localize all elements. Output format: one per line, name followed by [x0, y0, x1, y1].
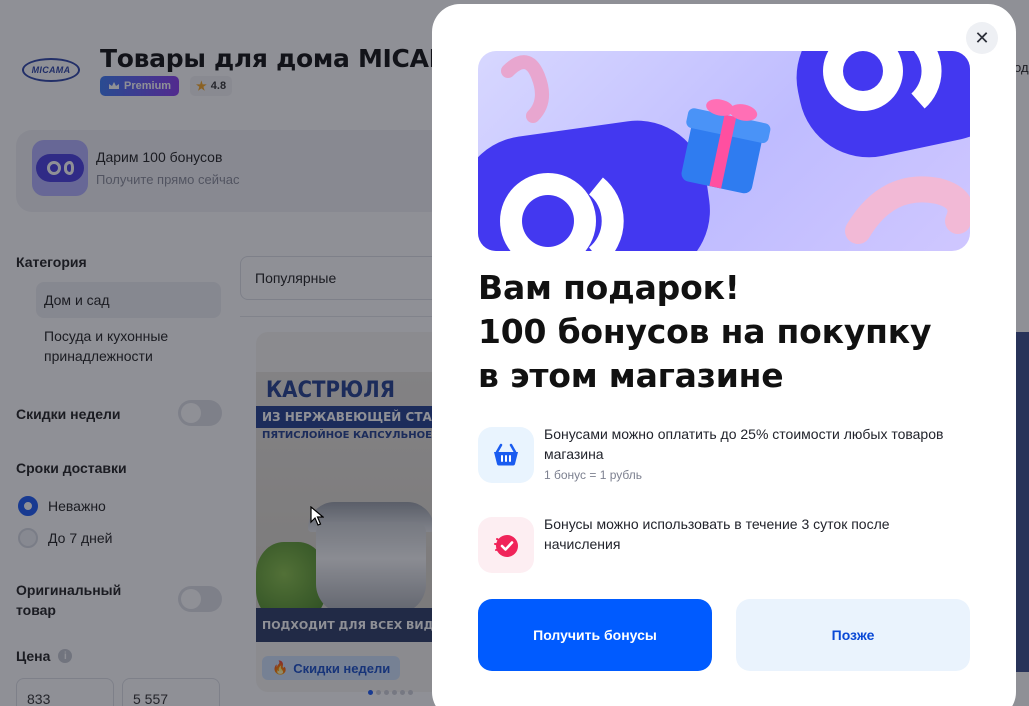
basket-icon — [478, 427, 534, 483]
bonus-modal: ✕ Вам подарок! 100 бонусов на покупку в … — [432, 4, 1016, 706]
timer-check-icon — [478, 517, 534, 573]
info-expiry-text: Бонусы можно использовать в течение 3 су… — [544, 516, 890, 552]
later-button[interactable]: Позже — [736, 599, 970, 671]
modal-title: Вам подарок! 100 бонусов на покупку в эт… — [478, 268, 932, 395]
mouse-cursor-icon — [310, 506, 324, 526]
get-bonuses-button[interactable]: Получить бонусы — [478, 599, 712, 671]
close-button[interactable]: ✕ — [966, 22, 998, 54]
gift-hero-image — [478, 51, 970, 251]
info-payment-rate: 1 бонус = 1 рубль — [544, 468, 642, 482]
close-icon: ✕ — [974, 27, 990, 49]
info-payment-text: Бонусами можно оплатить до 25% стоимости… — [544, 424, 964, 486]
